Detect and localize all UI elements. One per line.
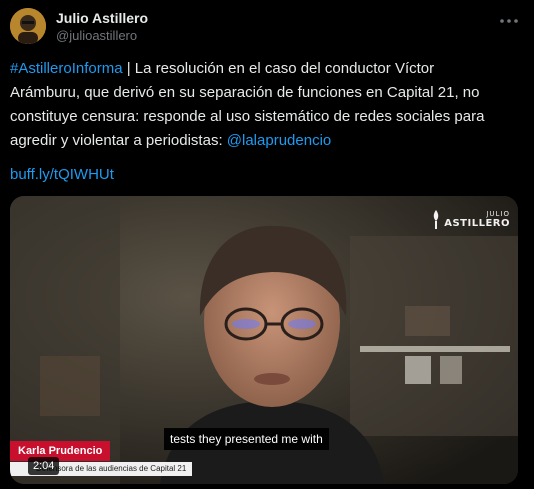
author-avatar[interactable] <box>10 8 46 44</box>
author-handle[interactable]: @julioastillero <box>56 28 137 43</box>
tweet-line-2: Arámburu, que derivó en su separación de… <box>10 84 480 101</box>
ellipsis-icon <box>500 19 518 23</box>
tweet-line-1-text: | La resolución en el caso del conductor… <box>122 60 435 77</box>
tweet-text: #AstilleroInforma | La resolución en el … <box>10 57 520 153</box>
user-avatar-icon <box>10 8 46 44</box>
hashtag-link[interactable]: #AstilleroInforma <box>10 60 123 77</box>
video-player[interactable]: JULIO ASTILLERO tests they presented me … <box>10 196 518 484</box>
lower-third-name: Karla Prudencio <box>10 441 111 461</box>
video-timecode: 2:04 <box>28 457 60 475</box>
watermark-top: JULIO <box>486 209 510 218</box>
watermark-main: ASTILLERO <box>444 217 510 229</box>
mention-link[interactable]: @lalaprudencio <box>227 132 331 149</box>
short-url-link[interactable]: buff.ly/tQIWHUt <box>10 165 114 185</box>
more-options-button[interactable] <box>498 12 520 30</box>
tweet-line-4: agredir y violentar a periodistas: @lala… <box>10 129 520 153</box>
video-subtitle: tests they presented me with <box>164 428 329 450</box>
video-watermark: JULIO ASTILLERO <box>431 208 510 230</box>
logo-glyph-icon <box>433 210 439 229</box>
author-display-name[interactable]: Julio Astillero <box>56 10 148 26</box>
watermark-text: JULIO ASTILLERO <box>444 210 510 229</box>
tweet-line-1: #AstilleroInforma | La resolución en el … <box>10 57 520 81</box>
tweet-header: Julio Astillero @julioastillero <box>10 6 524 46</box>
tweet-line-3: constituye censura: responde al uso sist… <box>10 108 485 125</box>
tweet-line-4-text: agredir y violentar a periodistas: <box>10 132 227 149</box>
